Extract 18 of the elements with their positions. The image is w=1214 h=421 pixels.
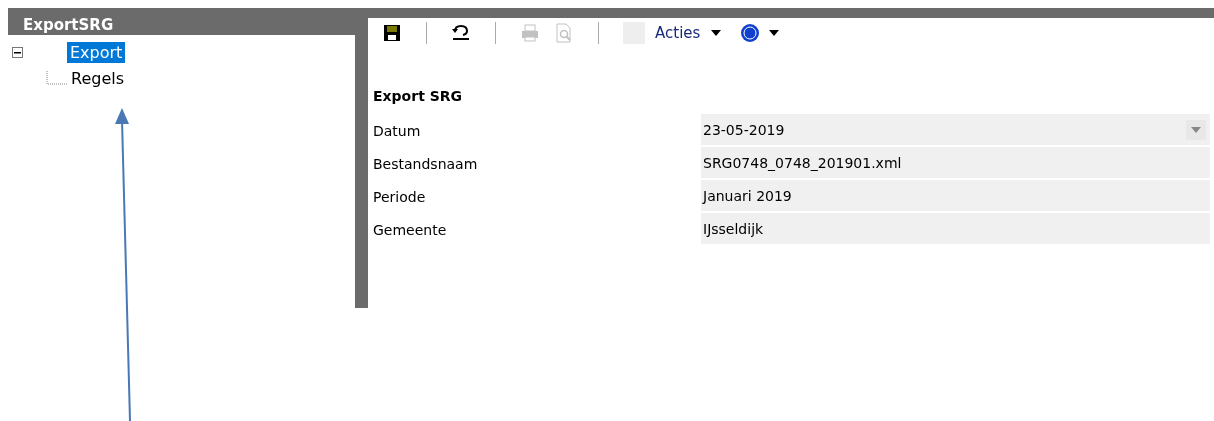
field-label: Periode (372, 187, 427, 207)
field-label: Datum (372, 121, 422, 141)
tree-line-icon (46, 71, 68, 85)
field-label: Bestandsnaam (372, 154, 479, 174)
actions-menu-button[interactable]: Acties (623, 22, 727, 44)
collapse-icon[interactable] (12, 46, 23, 58)
text-field[interactable]: Januari 2019 (701, 180, 1210, 211)
save-icon[interactable] (382, 23, 402, 43)
date-field[interactable]: 23-05-2019 (701, 114, 1210, 145)
field-label: Gemeente (372, 220, 448, 240)
form-title: Export SRG (373, 88, 464, 104)
undo-icon[interactable] (451, 23, 471, 43)
text-field[interactable]: SRG0748_0748_201901.xml (701, 147, 1210, 178)
window-title: ExportSRG (8, 18, 355, 35)
tree-item[interactable]: Export (67, 41, 126, 63)
dropdown-icon[interactable] (1186, 119, 1206, 140)
tree-item[interactable]: Regels (68, 67, 128, 89)
text-field[interactable]: IJsseldijk (701, 213, 1210, 244)
